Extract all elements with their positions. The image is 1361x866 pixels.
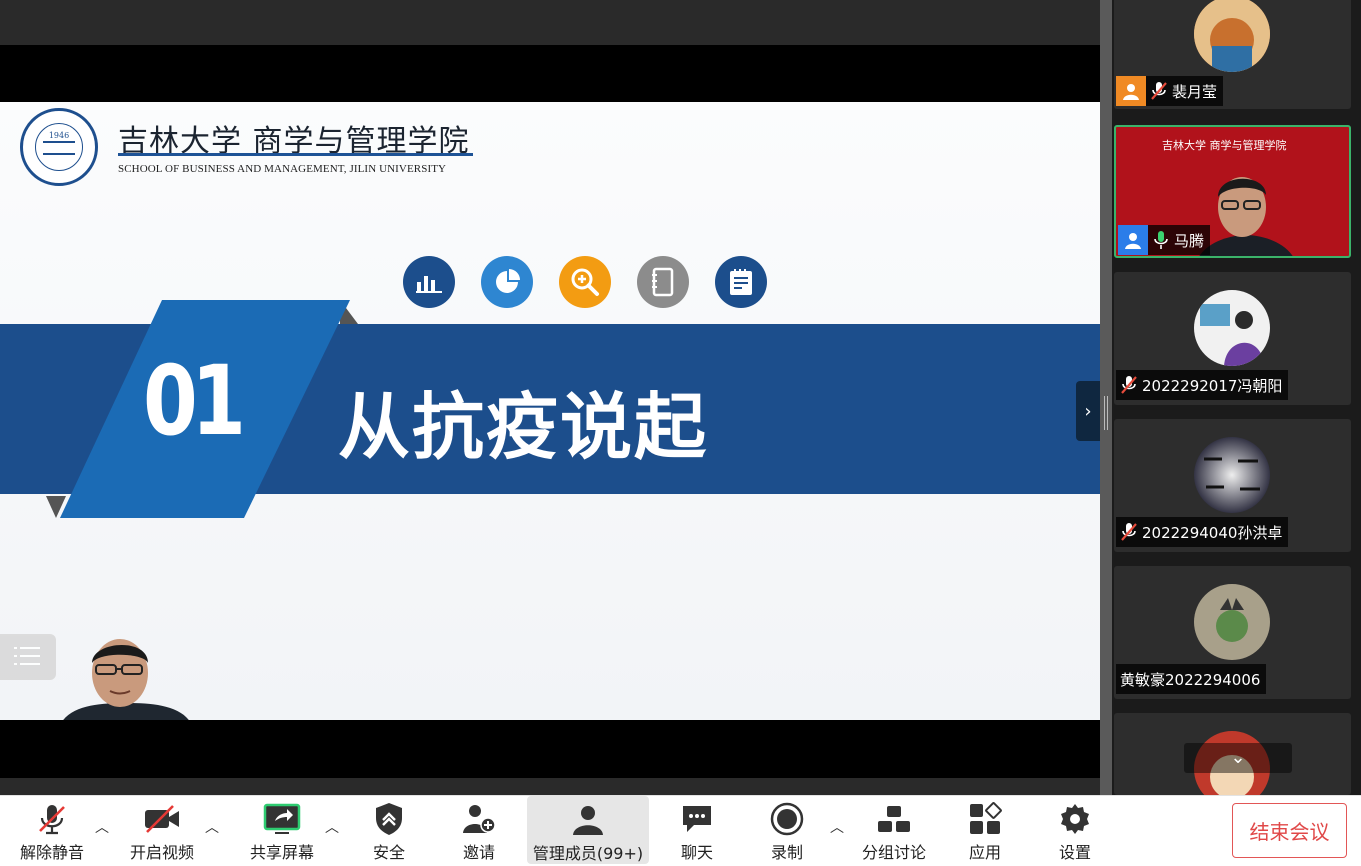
- avatar: [1194, 584, 1270, 660]
- security-button[interactable]: 安全: [354, 795, 424, 863]
- chat-icon: [677, 801, 717, 836]
- video-options-chevron-up-icon[interactable]: ︿: [204, 820, 220, 836]
- stage-bottom-bar: [0, 778, 1100, 795]
- start-video-label: 开启视频: [129, 843, 194, 862]
- share-screen-button[interactable]: 共享屏幕: [244, 795, 320, 863]
- participant-name: 裴月莹: [1172, 82, 1218, 101]
- presenter-video-overlay: [63, 639, 189, 720]
- section-title: 从抗疫说起: [338, 385, 709, 469]
- security-label: 安全: [372, 843, 405, 862]
- participant-tile[interactable]: ⌄: [1114, 713, 1351, 795]
- breakout-label: 分组讨论: [861, 843, 926, 862]
- collapse-panel-chevron-icon[interactable]: ›: [1076, 381, 1100, 441]
- share-options-chevron-up-icon[interactable]: ︿: [324, 820, 340, 836]
- participant-nametag: 2022294040孙洪卓: [1116, 517, 1289, 547]
- school-divider: [118, 153, 473, 156]
- apps-button[interactable]: 应用: [950, 795, 1020, 863]
- mic-muted-icon: [32, 801, 72, 836]
- meeting-window: 1946 吉林大学 商学与管理学院 SCHOOL OF BUSINESS AND…: [0, 0, 1361, 866]
- seal-year: 1946: [48, 131, 70, 140]
- participant-name: 马腾: [1174, 231, 1205, 250]
- user-icon: [1116, 76, 1146, 106]
- participant-name: 2022292017冯朝阳: [1142, 376, 1283, 395]
- mic-muted-icon: [1151, 82, 1167, 100]
- background-banner-text: 吉林大学 商学与管理学院: [1162, 139, 1287, 152]
- slide-outline-button[interactable]: [0, 634, 56, 680]
- avatar: [1194, 290, 1270, 366]
- invite-label: 邀请: [462, 843, 495, 862]
- record-options-chevron-up-icon[interactable]: ︿: [829, 820, 845, 836]
- chat-button[interactable]: 聊天: [662, 795, 732, 863]
- mic-active-icon: [1154, 231, 1168, 249]
- participant-nametag: 2022292017冯朝阳: [1116, 370, 1289, 400]
- letterbox-bottom: [0, 720, 1100, 778]
- school-name-en: SCHOOL OF BUSINESS AND MANAGEMENT, JILIN…: [118, 163, 447, 175]
- gear-icon: [1055, 801, 1095, 836]
- participant-tile[interactable]: 2022292017冯朝阳: [1114, 272, 1351, 405]
- avatar: [1194, 437, 1270, 513]
- panel-resize-handle[interactable]: [1100, 0, 1112, 795]
- user-icon: [1118, 225, 1148, 255]
- mic-muted-icon: [1121, 523, 1137, 541]
- record-button[interactable]: 录制: [752, 795, 822, 863]
- manage-members-label: 管理成员(99+): [532, 844, 644, 863]
- unmute-label: 解除静音: [19, 843, 84, 862]
- university-seal-logo: 1946: [20, 108, 98, 186]
- stage-top-bar: [0, 0, 1100, 45]
- share-screen-icon: [262, 801, 302, 836]
- apps-icon: [965, 801, 1005, 836]
- audio-options-chevron-up-icon[interactable]: ︿: [94, 820, 110, 836]
- chat-label: 聊天: [680, 843, 713, 862]
- settings-button[interactable]: 设置: [1040, 795, 1110, 863]
- scroll-down-chevron-icon[interactable]: ⌄: [1184, 743, 1292, 773]
- participant-tile[interactable]: 2022294040孙洪卓: [1114, 419, 1351, 552]
- camera-off-icon: [142, 801, 182, 836]
- record-icon: [767, 801, 807, 836]
- avatar: [1194, 0, 1270, 72]
- unmute-button[interactable]: 解除静音: [14, 795, 90, 863]
- start-video-button[interactable]: 开启视频: [124, 795, 200, 863]
- share-screen-label: 共享屏幕: [249, 843, 314, 862]
- participant-tile[interactable]: 黄敏豪2022294006: [1114, 566, 1351, 699]
- members-icon: [568, 802, 608, 837]
- invite-button[interactable]: 邀请: [444, 795, 514, 863]
- letterbox-top: [0, 45, 1100, 102]
- section-number: 01: [143, 345, 246, 457]
- participant-name: 黄敏豪2022294006: [1120, 670, 1261, 689]
- shield-icon: [369, 801, 409, 836]
- shared-screen-area: 1946 吉林大学 商学与管理学院 SCHOOL OF BUSINESS AND…: [0, 0, 1100, 795]
- record-label: 录制: [770, 843, 803, 862]
- end-meeting-button[interactable]: 结束会议: [1232, 803, 1347, 858]
- participant-nametag: 裴月莹: [1116, 76, 1224, 106]
- participant-nametag: 马腾: [1118, 225, 1211, 255]
- participant-tile-active-speaker[interactable]: 吉林大学 商学与管理学院 马腾: [1114, 125, 1351, 258]
- participant-tile[interactable]: 裴月莹: [1114, 0, 1351, 109]
- mic-muted-icon: [1121, 376, 1137, 394]
- breakout-rooms-button[interactable]: 分组讨论: [856, 795, 932, 863]
- participant-nametag: 黄敏豪2022294006: [1116, 664, 1267, 694]
- presentation-slide: 1946 吉林大学 商学与管理学院 SCHOOL OF BUSINESS AND…: [0, 102, 1100, 720]
- participant-name: 2022294040孙洪卓: [1142, 523, 1283, 542]
- breakout-icon: [874, 801, 914, 836]
- manage-members-button[interactable]: 管理成员(99+): [527, 796, 649, 864]
- add-user-icon: [459, 801, 499, 836]
- apps-label: 应用: [968, 843, 1001, 862]
- settings-label: 设置: [1058, 843, 1091, 862]
